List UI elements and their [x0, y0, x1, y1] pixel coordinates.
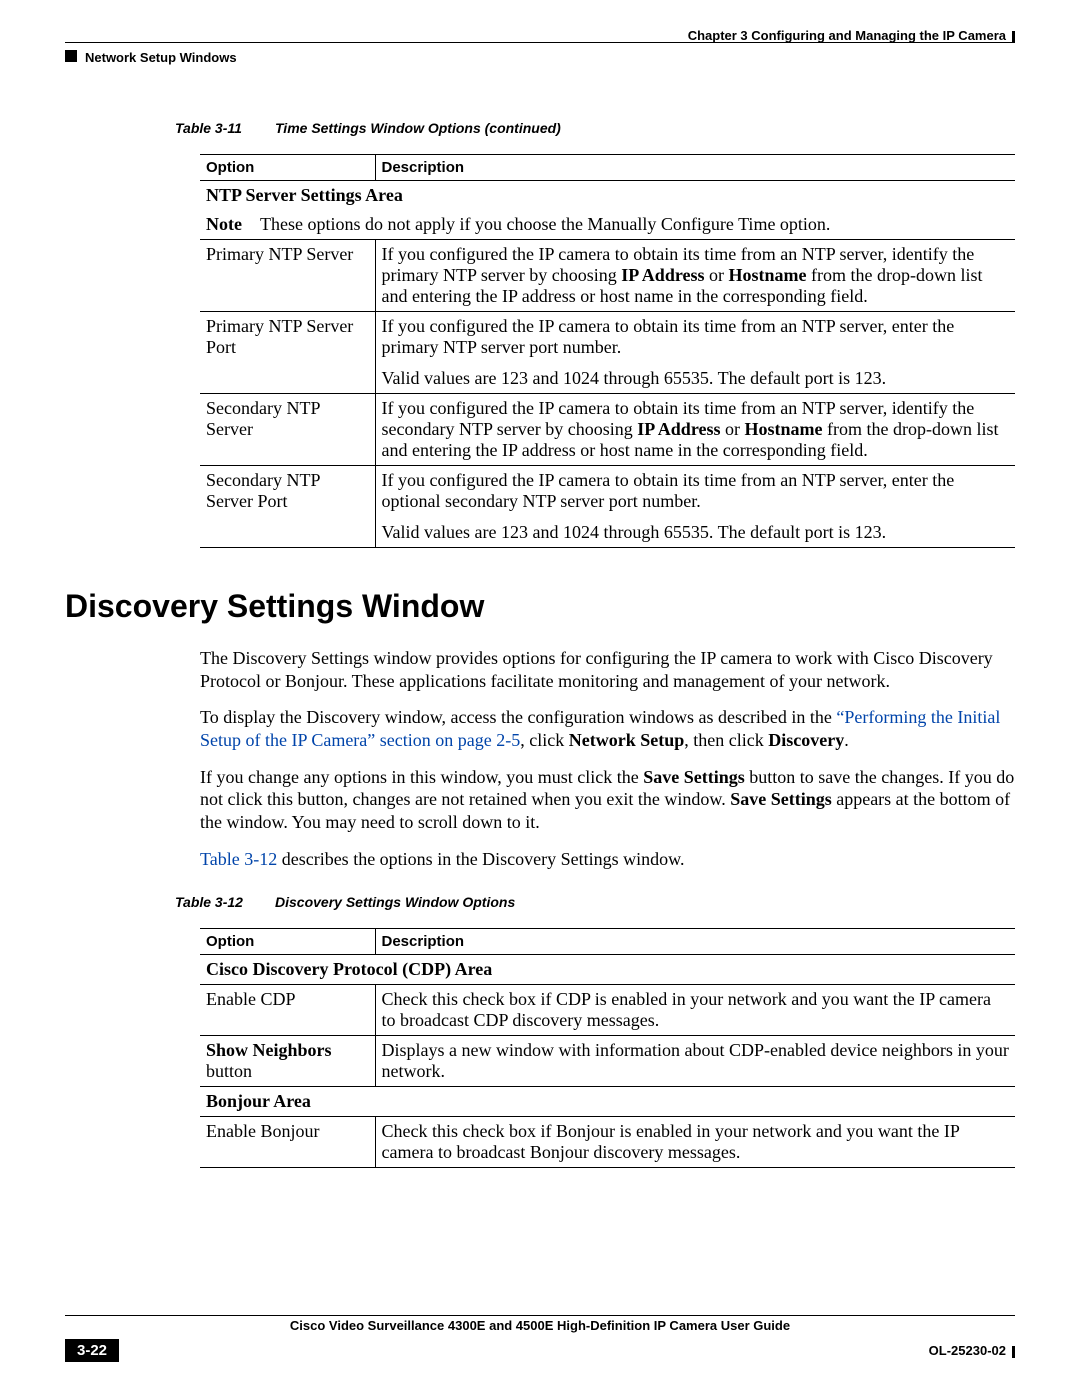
header-square-icon — [65, 50, 77, 62]
table-312: Option Description Cisco Discovery Proto… — [200, 928, 1015, 1168]
description-cell: If you configured the IP camera to obtai… — [375, 466, 1015, 548]
section-heading: Discovery Settings Window — [65, 588, 1015, 625]
option-cell: Secondary NTP Server — [200, 394, 375, 466]
table-header-option: Option — [200, 929, 375, 955]
table-row: Secondary NTP Server If you configured t… — [200, 394, 1015, 466]
table-row: Enable Bonjour Check this check box if B… — [200, 1117, 1015, 1168]
body-paragraph: The Discovery Settings window provides o… — [200, 647, 1015, 692]
table-311: Option Description NTP Server Settings A… — [200, 154, 1015, 548]
description-cell: If you configured the IP camera to obtai… — [375, 312, 1015, 394]
footer-title: Cisco Video Surveillance 4300E and 4500E… — [65, 1316, 1015, 1333]
option-cell: Show Neighbors button — [200, 1036, 375, 1087]
cdp-area-header: Cisco Discovery Protocol (CDP) Area — [200, 955, 1015, 985]
page-footer: Cisco Video Surveillance 4300E and 4500E… — [65, 1315, 1015, 1362]
description-cell: Check this check box if Bonjour is enabl… — [375, 1117, 1015, 1168]
body-paragraph: To display the Discovery window, access … — [200, 706, 1015, 751]
option-cell: Primary NTP Server Port — [200, 312, 375, 394]
table-312-caption: Table 3-12Discovery Settings Window Opti… — [175, 894, 1015, 910]
footer-bar-icon — [1012, 1346, 1015, 1358]
header-section: Network Setup Windows — [85, 50, 237, 65]
document-number: OL-25230-02 — [929, 1343, 1015, 1358]
option-cell: Enable CDP — [200, 985, 375, 1036]
ntp-note: Note These options do not apply if you c… — [200, 210, 1015, 240]
table-row: Primary NTP Server If you configured the… — [200, 240, 1015, 312]
table-row: Enable CDP Check this check box if CDP i… — [200, 985, 1015, 1036]
header-bar-icon — [1012, 31, 1015, 43]
description-cell: If you configured the IP camera to obtai… — [375, 394, 1015, 466]
table-311-caption: Table 3-11Time Settings Window Options (… — [175, 120, 1015, 136]
page-number: 3-22 — [65, 1339, 119, 1362]
bonjour-area-header: Bonjour Area — [200, 1087, 1015, 1117]
xref-link[interactable]: Table 3-12 — [200, 849, 277, 869]
body-paragraph: If you change any options in this window… — [200, 766, 1015, 834]
table-row: Primary NTP Server Port If you configure… — [200, 312, 1015, 394]
ntp-area-header: NTP Server Settings Area — [200, 181, 1015, 211]
table-header-description: Description — [375, 155, 1015, 181]
header-rule — [65, 42, 1015, 43]
body-paragraph: Table 3-12 describes the options in the … — [200, 848, 1015, 871]
option-cell: Primary NTP Server — [200, 240, 375, 312]
table-row: Show Neighbors button Displays a new win… — [200, 1036, 1015, 1087]
header-chapter: Chapter 3 Configuring and Managing the I… — [688, 28, 1015, 43]
table-row: Secondary NTP Server Port If you configu… — [200, 466, 1015, 548]
option-cell: Enable Bonjour — [200, 1117, 375, 1168]
description-cell: If you configured the IP camera to obtai… — [375, 240, 1015, 312]
description-cell: Displays a new window with information a… — [375, 1036, 1015, 1087]
option-cell: Secondary NTP Server Port — [200, 466, 375, 548]
table-header-description: Description — [375, 929, 1015, 955]
description-cell: Check this check box if CDP is enabled i… — [375, 985, 1015, 1036]
table-header-option: Option — [200, 155, 375, 181]
